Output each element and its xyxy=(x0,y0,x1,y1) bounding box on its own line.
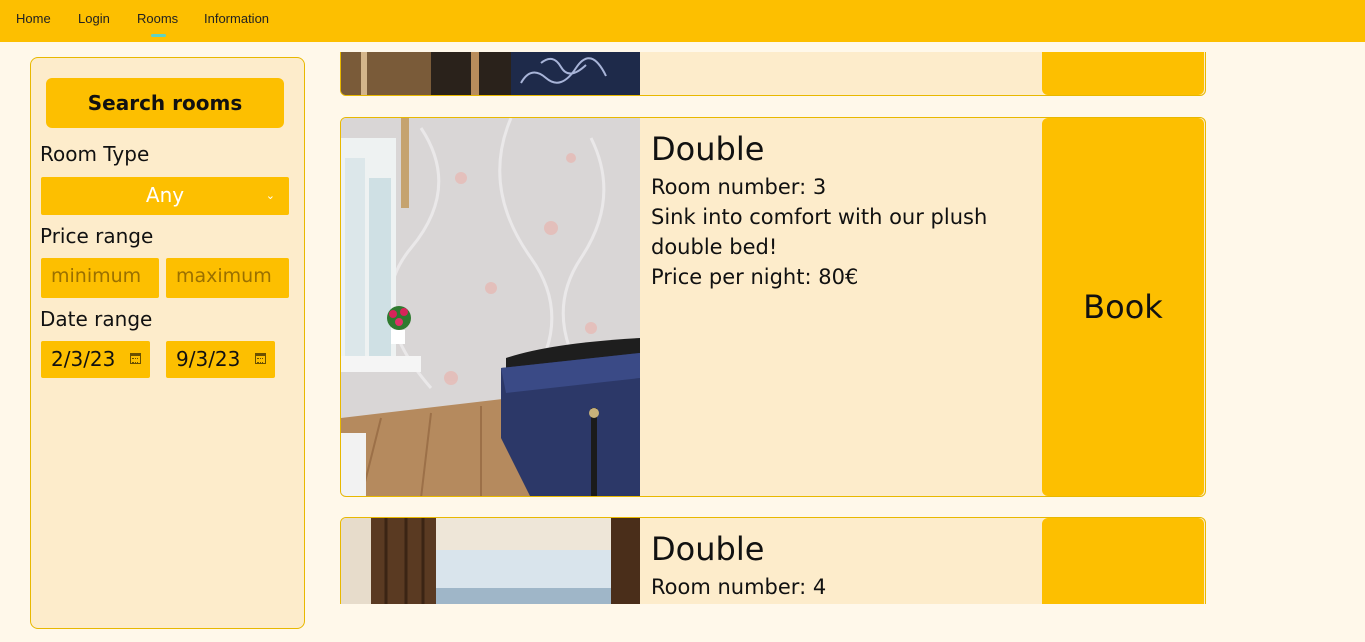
room-photo xyxy=(341,118,640,496)
room-card: Double Room number: 4 xyxy=(340,517,1206,604)
nav-login-link[interactable]: Login xyxy=(78,11,110,26)
top-nav-bar: Home Login Rooms Information xyxy=(0,0,1365,42)
date-to-value: 9/3/23 xyxy=(176,347,241,371)
calendar-icon[interactable] xyxy=(255,353,266,364)
room-number: Room number: 3 xyxy=(651,175,827,199)
room-list[interactable]: Double Room number: 3 Sink into comfort … xyxy=(340,52,1210,604)
price-min-placeholder: minimum xyxy=(51,265,142,287)
room-type-title: Double xyxy=(651,130,765,168)
search-rooms-button[interactable]: Search rooms xyxy=(46,78,284,128)
room-type-value: Any xyxy=(145,183,185,207)
room-type-label: Room Type xyxy=(40,142,150,166)
date-from-value: 2/3/23 xyxy=(51,347,116,371)
room-type-title: Double xyxy=(651,530,765,568)
room-price: Price per night: 80€ xyxy=(651,265,859,289)
room-type-select[interactable]: Any ⌄ xyxy=(41,177,289,215)
nav-rooms-link[interactable]: Rooms xyxy=(137,11,178,26)
book-button[interactable] xyxy=(1042,52,1204,95)
room-description: Sink into comfort with our plush double … xyxy=(651,205,988,259)
room-info: Double Room number: 4 xyxy=(651,530,1031,602)
book-button[interactable]: Book xyxy=(1042,118,1204,496)
room-photo xyxy=(341,52,640,95)
room-number: Room number: 4 xyxy=(651,575,827,599)
chevron-down-icon: ⌄ xyxy=(265,189,275,202)
price-range-label: Price range xyxy=(40,224,154,248)
room-card xyxy=(340,52,1206,96)
search-filter-panel: Search rooms Room Type Any ⌄ Price range… xyxy=(30,57,305,629)
price-min-input[interactable]: minimum xyxy=(41,258,159,298)
date-to-input[interactable]: 9/3/23 xyxy=(166,341,275,378)
book-button[interactable] xyxy=(1042,518,1204,604)
nav-information-link[interactable]: Information xyxy=(204,11,269,26)
date-from-input[interactable]: 2/3/23 xyxy=(41,341,150,378)
nav-home-link[interactable]: Home xyxy=(16,11,51,26)
price-max-placeholder: maximum xyxy=(176,265,272,287)
price-max-input[interactable]: maximum xyxy=(166,258,289,298)
active-tab-indicator xyxy=(151,34,166,37)
room-info: Double Room number: 3 Sink into comfort … xyxy=(651,130,1031,292)
room-card: Double Room number: 3 Sink into comfort … xyxy=(340,117,1206,497)
calendar-icon[interactable] xyxy=(130,353,141,364)
date-range-label: Date range xyxy=(40,307,153,331)
room-photo xyxy=(341,518,640,604)
